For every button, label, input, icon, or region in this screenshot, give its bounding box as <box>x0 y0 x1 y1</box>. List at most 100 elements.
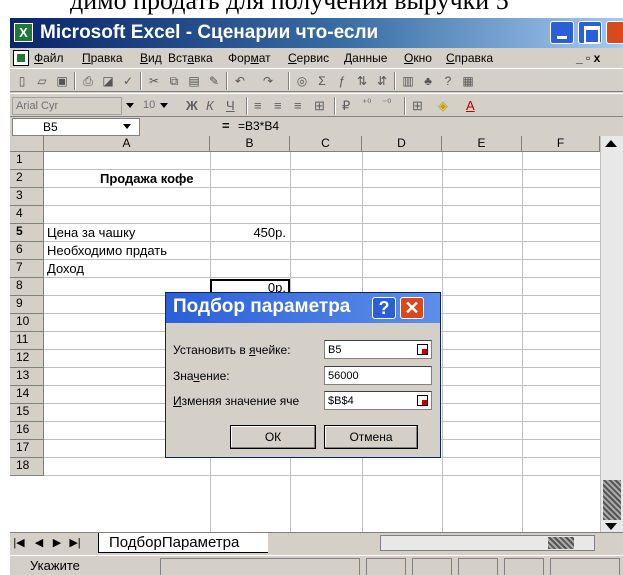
row-header[interactable]: 16 <box>10 422 44 440</box>
merge-center-icon[interactable]: ⊞ <box>314 98 325 114</box>
row-header[interactable]: 5 <box>10 224 44 242</box>
align-right-icon[interactable]: ≡ <box>294 98 302 113</box>
menu-data[interactable]: Данные <box>344 51 387 65</box>
drawing-icon[interactable]: ♣ <box>420 73 436 89</box>
cancel-button[interactable]: Отмена <box>324 425 418 449</box>
scroll-up-icon[interactable] <box>605 140 617 147</box>
dialog-close-button[interactable]: ✕ <box>400 297 424 319</box>
row-header[interactable]: 18 <box>10 458 44 476</box>
menu-view[interactable]: Вид <box>140 51 162 65</box>
row-header[interactable]: 4 <box>10 206 44 224</box>
row-header[interactable]: 12 <box>10 350 44 368</box>
ok-button[interactable]: ОК <box>230 425 316 449</box>
autosum-icon[interactable]: Σ <box>314 73 330 89</box>
prev-sheet-icon[interactable]: ◀ <box>32 536 46 550</box>
sheet-tab-active[interactable]: ПодборПараметра <box>98 533 268 553</box>
help-button[interactable]: ? <box>372 297 396 319</box>
cut-icon[interactable]: ✂ <box>146 73 162 89</box>
column-header-a[interactable]: A <box>44 136 210 152</box>
format-painter-icon[interactable]: ✎ <box>206 73 222 89</box>
set-cell-input[interactable]: B5 <box>324 340 432 359</box>
first-sheet-icon[interactable]: |◀ <box>12 536 26 550</box>
column-header-f[interactable]: F <box>522 136 600 152</box>
redo-icon[interactable]: ↷ <box>260 73 276 89</box>
paste-icon[interactable]: ▤ <box>186 73 202 89</box>
italic-button[interactable]: К <box>206 98 214 113</box>
row-header[interactable]: 9 <box>10 296 44 314</box>
row-header[interactable]: 15 <box>10 404 44 422</box>
maximize-button[interactable] <box>578 21 602 44</box>
cell-a1[interactable]: Продажа кофе <box>100 171 193 187</box>
row-header[interactable]: 10 <box>10 314 44 332</box>
font-select[interactable]: Arial Cyr <box>12 97 122 115</box>
chevron-down-icon[interactable] <box>123 124 131 129</box>
column-header-d[interactable]: D <box>362 136 442 152</box>
open-icon[interactable]: ▱ <box>34 73 50 89</box>
vertical-scrollbar[interactable] <box>600 136 623 532</box>
sort-descending-icon[interactable]: ⇵ <box>374 73 390 89</box>
formula-input[interactable]: =B3*B4 <box>238 119 279 133</box>
chevron-down-icon[interactable] <box>126 103 134 108</box>
preview-icon[interactable]: ◪ <box>100 73 116 89</box>
align-center-icon[interactable]: ≡ <box>274 98 282 113</box>
undo-icon[interactable]: ↶ <box>232 73 248 89</box>
decrease-decimal-icon[interactable]: ⁻⁰ <box>382 98 391 109</box>
increase-decimal-icon[interactable]: ⁺⁰ <box>362 98 371 109</box>
scroll-thumb[interactable] <box>548 537 574 549</box>
collapse-dialog-icon[interactable] <box>417 395 428 406</box>
borders-icon[interactable]: ⊞ <box>412 98 423 114</box>
font-color-icon[interactable]: A <box>466 98 475 113</box>
cell-a3[interactable]: Цена за чашку <box>47 225 135 241</box>
row-header[interactable]: 17 <box>10 440 44 458</box>
print-icon[interactable]: ⎙ <box>80 73 96 89</box>
name-box[interactable]: B5 <box>12 118 140 136</box>
row-header[interactable]: 14 <box>10 386 44 404</box>
zoom-icon[interactable]: ▦ <box>460 73 476 89</box>
value-input[interactable]: 56000 <box>324 366 432 385</box>
function-icon[interactable]: ƒ <box>334 73 350 89</box>
close-button[interactable] <box>606 21 623 44</box>
cell-b3[interactable]: 450р. <box>240 225 286 241</box>
align-left-icon[interactable]: ≡ <box>254 98 262 113</box>
collapse-dialog-icon[interactable] <box>417 344 428 355</box>
save-icon[interactable]: ▣ <box>54 73 70 89</box>
row-header[interactable]: 13 <box>10 368 44 386</box>
column-header-e[interactable]: E <box>442 136 522 152</box>
underline-button[interactable]: Ч <box>226 98 235 113</box>
minimize-button[interactable] <box>550 21 574 44</box>
horizontal-scrollbar[interactable] <box>380 535 595 551</box>
row-header[interactable]: 8 <box>10 278 44 296</box>
workbook-icon[interactable] <box>13 50 29 66</box>
mdi-controls[interactable]: _ ▫ x <box>576 51 600 65</box>
scroll-down-icon[interactable] <box>605 523 617 530</box>
hyperlink-icon[interactable]: ◎ <box>294 73 310 89</box>
currency-icon[interactable]: ₽ <box>342 98 350 114</box>
menu-window[interactable]: Окно <box>404 51 432 65</box>
column-header-c[interactable]: C <box>290 136 362 152</box>
row-header[interactable]: 7 <box>10 260 44 278</box>
sort-ascending-icon[interactable]: ⇅ <box>354 73 370 89</box>
scroll-thumb[interactable] <box>603 480 621 520</box>
excel-icon[interactable]: X <box>14 23 33 42</box>
row-header[interactable]: 3 <box>10 188 44 206</box>
menu-tools[interactable]: Сервис <box>288 51 329 65</box>
new-icon[interactable]: ▯ <box>14 73 30 89</box>
spelling-icon[interactable]: ✓ <box>120 73 136 89</box>
help-icon[interactable]: ? <box>440 73 456 89</box>
chevron-down-icon[interactable] <box>160 103 168 108</box>
cell-a5[interactable]: Доход <box>47 261 84 277</box>
row-header[interactable]: 2 <box>10 170 44 188</box>
menu-format[interactable]: Формат <box>228 51 271 65</box>
bold-button[interactable]: Ж <box>186 98 198 113</box>
row-header[interactable]: 11 <box>10 332 44 350</box>
chart-wizard-icon[interactable]: ▥ <box>400 73 416 89</box>
next-sheet-icon[interactable]: ▶ <box>50 536 64 550</box>
fill-color-icon[interactable]: ◈ <box>438 98 448 114</box>
column-header-b[interactable]: B <box>210 136 290 152</box>
menu-edit[interactable]: Правка <box>82 51 123 65</box>
font-size-select[interactable]: 10 <box>140 97 178 115</box>
row-header[interactable]: 1 <box>10 152 44 170</box>
changing-cell-input[interactable]: $B$4 <box>324 391 432 410</box>
menu-insert[interactable]: Вставка <box>168 51 213 65</box>
menu-help[interactable]: Справка <box>446 51 493 65</box>
